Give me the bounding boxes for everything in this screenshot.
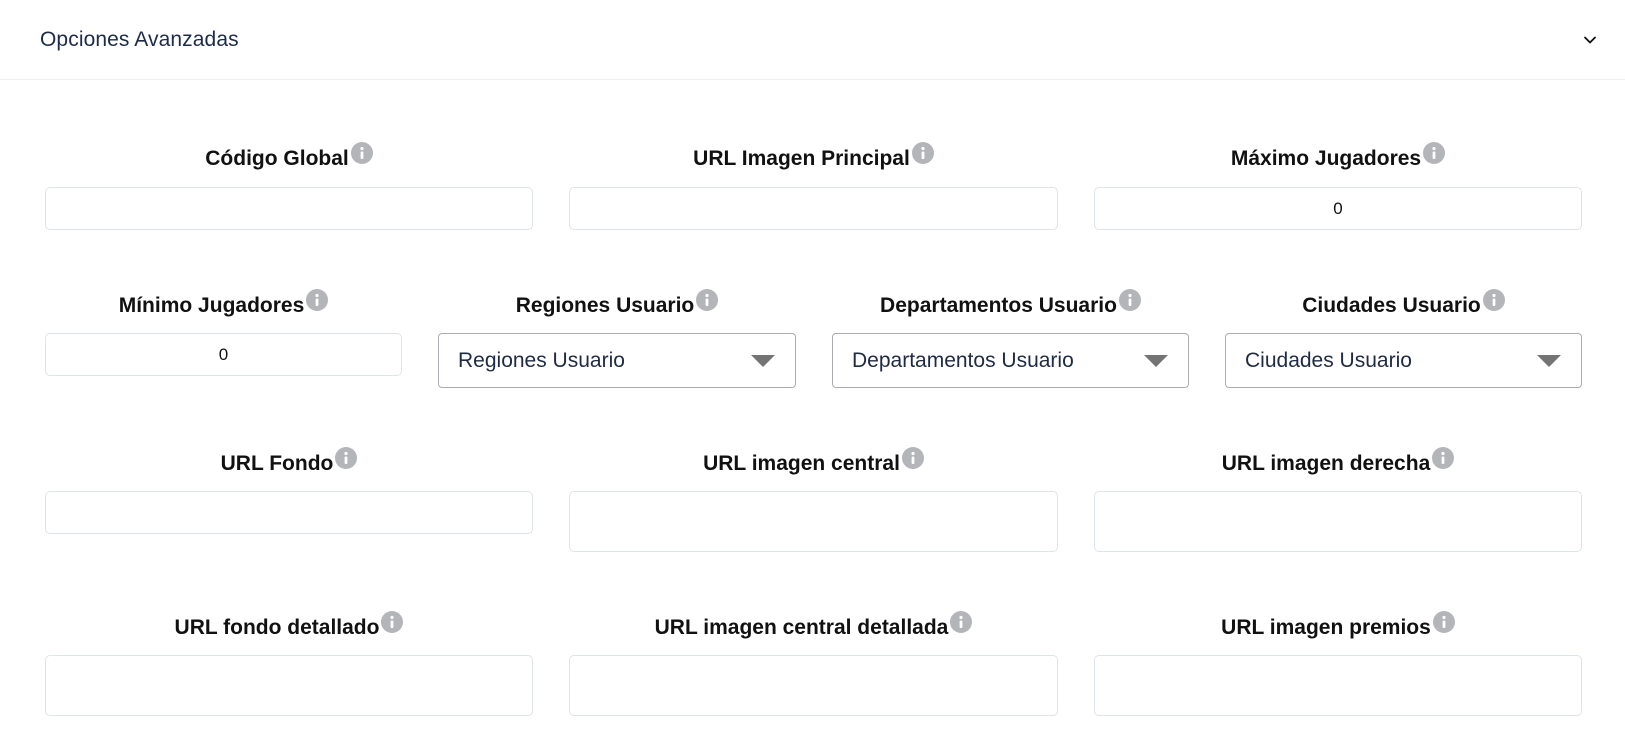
info-icon[interactable]	[306, 289, 329, 311]
maximo-jugadores-input[interactable]	[1094, 187, 1582, 230]
field-ciudades-usuario: Ciudades Usuario Ciudades Usuario	[1225, 287, 1582, 388]
advanced-options-header[interactable]: Opciones Avanzadas	[0, 0, 1625, 80]
ciudades-usuario-select[interactable]: Ciudades Usuario	[1225, 333, 1582, 388]
minimo-jugadores-input[interactable]	[45, 333, 402, 376]
select-placeholder: Ciudades Usuario	[1245, 348, 1412, 372]
field-label: Mínimo Jugadores	[118, 294, 305, 317]
field-label: Código Global	[205, 147, 349, 170]
url-fondo-input[interactable]	[45, 491, 533, 534]
field-label: URL fondo detallado	[174, 616, 380, 639]
info-icon[interactable]	[381, 611, 404, 633]
field-label: Ciudades Usuario	[1302, 294, 1481, 317]
field-url-imagen-principal: URL Imagen Principal	[569, 140, 1058, 230]
field-url-imagen-premios: URL imagen premios	[1094, 609, 1582, 719]
field-url-imagen-derecha: URL imagen derecha	[1094, 445, 1582, 555]
select-placeholder: Regiones Usuario	[458, 348, 625, 372]
info-icon[interactable]	[1432, 447, 1455, 469]
info-icon[interactable]	[911, 142, 934, 164]
field-regiones-usuario: Regiones Usuario Regiones Usuario	[438, 287, 796, 388]
field-label: URL imagen derecha	[1221, 452, 1431, 475]
panel-title: Opciones Avanzadas	[40, 27, 239, 51]
field-label: URL Fondo	[220, 452, 334, 475]
url-fondo-detallado-input[interactable]	[45, 655, 533, 716]
select-placeholder: Departamentos Usuario	[852, 348, 1074, 372]
field-url-fondo-detallado: URL fondo detallado	[45, 609, 533, 719]
url-imagen-central-detallada-input[interactable]	[569, 655, 1058, 716]
field-label: URL Imagen Principal	[693, 147, 910, 170]
codigo-global-input[interactable]	[45, 187, 533, 230]
info-icon[interactable]	[1432, 611, 1455, 633]
info-icon[interactable]	[696, 289, 719, 311]
field-label: Máximo Jugadores	[1230, 147, 1422, 170]
field-label: URL imagen central detallada	[654, 616, 949, 639]
field-departamentos-usuario: Departamentos Usuario Departamentos Usua…	[832, 287, 1189, 388]
url-imagen-premios-input[interactable]	[1094, 655, 1582, 716]
field-maximo-jugadores: Máximo Jugadores	[1094, 140, 1582, 230]
field-minimo-jugadores: Mínimo Jugadores	[45, 287, 402, 387]
field-url-imagen-central: URL imagen central	[569, 445, 1058, 555]
caret-down-icon	[751, 354, 775, 367]
field-label: Departamentos Usuario	[880, 294, 1117, 317]
departamentos-usuario-select[interactable]: Departamentos Usuario	[832, 333, 1189, 388]
caret-down-icon	[1537, 354, 1561, 367]
field-label: URL imagen central	[703, 452, 900, 475]
info-icon[interactable]	[1118, 289, 1141, 311]
field-label: Regiones Usuario	[515, 294, 695, 317]
caret-down-icon	[1144, 354, 1168, 367]
chevron-down-icon[interactable]	[1579, 29, 1601, 51]
info-icon[interactable]	[1423, 142, 1446, 164]
field-url-fondo: URL Fondo	[45, 445, 533, 535]
url-imagen-central-input[interactable]	[569, 491, 1058, 552]
info-icon[interactable]	[1482, 289, 1505, 311]
field-label: URL imagen premios	[1221, 616, 1431, 639]
info-icon[interactable]	[350, 142, 373, 164]
url-imagen-principal-input[interactable]	[569, 187, 1058, 230]
field-codigo-global: Código Global	[45, 140, 533, 230]
regiones-usuario-select[interactable]: Regiones Usuario	[438, 333, 796, 388]
url-imagen-derecha-input[interactable]	[1094, 491, 1582, 552]
info-icon[interactable]	[335, 447, 358, 469]
field-url-imagen-central-detallada: URL imagen central detallada	[569, 609, 1058, 719]
info-icon[interactable]	[950, 611, 973, 633]
info-icon[interactable]	[901, 447, 924, 469]
